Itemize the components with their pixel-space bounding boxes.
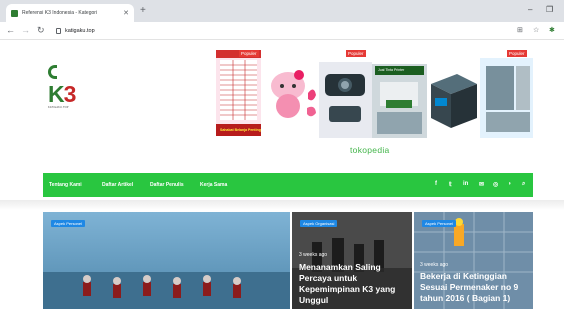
logo-letter-k: K [48, 81, 65, 107]
category-badge[interactable]: Aspek Personel [422, 220, 457, 227]
instagram-icon[interactable]: ◎ [493, 181, 498, 188]
twitter-icon[interactable]: 𝕥 [449, 181, 452, 188]
sticker-text: Jual Tinta Printer [378, 68, 405, 72]
post-title[interactable]: Bekerja di Ketinggian Sesuai Permenaker … [420, 271, 530, 304]
cooler-box-image [431, 74, 477, 128]
linkedin-icon[interactable]: in [463, 181, 468, 187]
star-icon[interactable]: ☆ [533, 26, 539, 34]
featured-post-1[interactable]: Aspek Personel [43, 212, 290, 309]
tokopedia-logo[interactable]: tokopedia [350, 145, 390, 155]
popular-badge: Populer [239, 50, 259, 57]
back-arrow-icon[interactable]: ← [6, 25, 15, 36]
sticker-image [372, 64, 427, 138]
maximize-button[interactable]: ❐ [546, 5, 553, 14]
site-logo[interactable]: K3 KATIGAKU.TOP [48, 58, 84, 109]
ad-product-cooler-box[interactable] [427, 48, 480, 138]
browser-tab[interactable]: Referensi K3 Indonesia - Kategori ✕ [6, 4, 134, 22]
close-tab-icon[interactable]: ✕ [123, 9, 129, 17]
minimize-button[interactable]: – [528, 5, 532, 14]
email-icon[interactable]: ✉ [479, 181, 484, 188]
browser-tab-bar: Referensi K3 Indonesia - Kategori ✕ + – … [0, 0, 564, 22]
ad-product-price-list[interactable]: Populer Sahabat Belanja Penting [211, 48, 266, 138]
url-field[interactable]: katigaku.top [56, 25, 511, 37]
url-text: katigaku.top [65, 28, 95, 34]
address-bar-row: ← → ↻ katigaku.top ⊞ ☆ ✱ [0, 22, 564, 40]
post-time: 3 weeks ago [299, 252, 328, 258]
tab-title: Referensi K3 Indonesia - Kategori [22, 10, 98, 16]
ad-product-dashcam[interactable]: Populer [319, 48, 372, 138]
featured-post-3[interactable]: Aspek Personel 3 weeks ago Bekerja di Ke… [414, 212, 533, 309]
translate-icon[interactable]: ⊞ [517, 26, 523, 34]
logo-digit-3: 3 [63, 81, 77, 107]
post-title[interactable]: Menanamkan Saling Percaya untuk Kepemimp… [299, 262, 409, 306]
logo-tagline: KATIGAKU.TOP [48, 106, 69, 109]
facebook-icon[interactable]: f [435, 181, 437, 187]
search-icon[interactable]: ⌕ [522, 181, 525, 188]
nav-item-tentang-kami[interactable]: Tentang Kami [49, 182, 82, 188]
price-list-image [216, 50, 261, 136]
category-badge[interactable]: Aspek Personel [51, 220, 86, 227]
main-nav-bar: Tentang Kami Daftar Artikel Daftar Penul… [43, 173, 533, 197]
forward-arrow-icon[interactable]: → [21, 25, 30, 36]
dashcam-image [319, 62, 372, 138]
popular-badge: Populer [507, 50, 527, 57]
ad-product-pink-toy[interactable] [266, 48, 319, 138]
nav-shadow [0, 200, 564, 210]
post-time: 3 weeks ago [420, 262, 449, 268]
purifier-image [480, 58, 533, 138]
nav-item-daftar-artikel[interactable]: Daftar Artikel [102, 182, 133, 188]
category-badge[interactable]: Aspek Organisasi [300, 220, 338, 227]
popular-badge: Populer [346, 50, 366, 57]
rss-icon[interactable]: ◗ [508, 181, 512, 187]
ad-product-purifier[interactable]: Populer [480, 48, 533, 138]
pink-toy-image [271, 70, 316, 118]
banner-ad[interactable]: Populer Sahabat Belanja Penting Populer [211, 48, 533, 138]
extension-icon[interactable]: ✱ [549, 26, 555, 34]
ad-bottom-text: Sahabat Belanja Penting [220, 128, 261, 132]
gear-icon [48, 65, 57, 79]
ad-product-sticker[interactable]: Jual Tinta Printer [372, 48, 427, 138]
favicon-icon [11, 9, 18, 17]
reload-icon[interactable]: ↻ [37, 25, 45, 36]
lock-icon [56, 28, 61, 34]
nav-item-daftar-penulis[interactable]: Daftar Penulis [150, 182, 184, 188]
nav-item-kerja-sama[interactable]: Kerja Sama [200, 182, 227, 188]
featured-post-2[interactable]: Aspek Organisasi 3 weeks ago Menanamkan … [292, 212, 412, 309]
new-tab-button[interactable]: + [140, 5, 146, 17]
